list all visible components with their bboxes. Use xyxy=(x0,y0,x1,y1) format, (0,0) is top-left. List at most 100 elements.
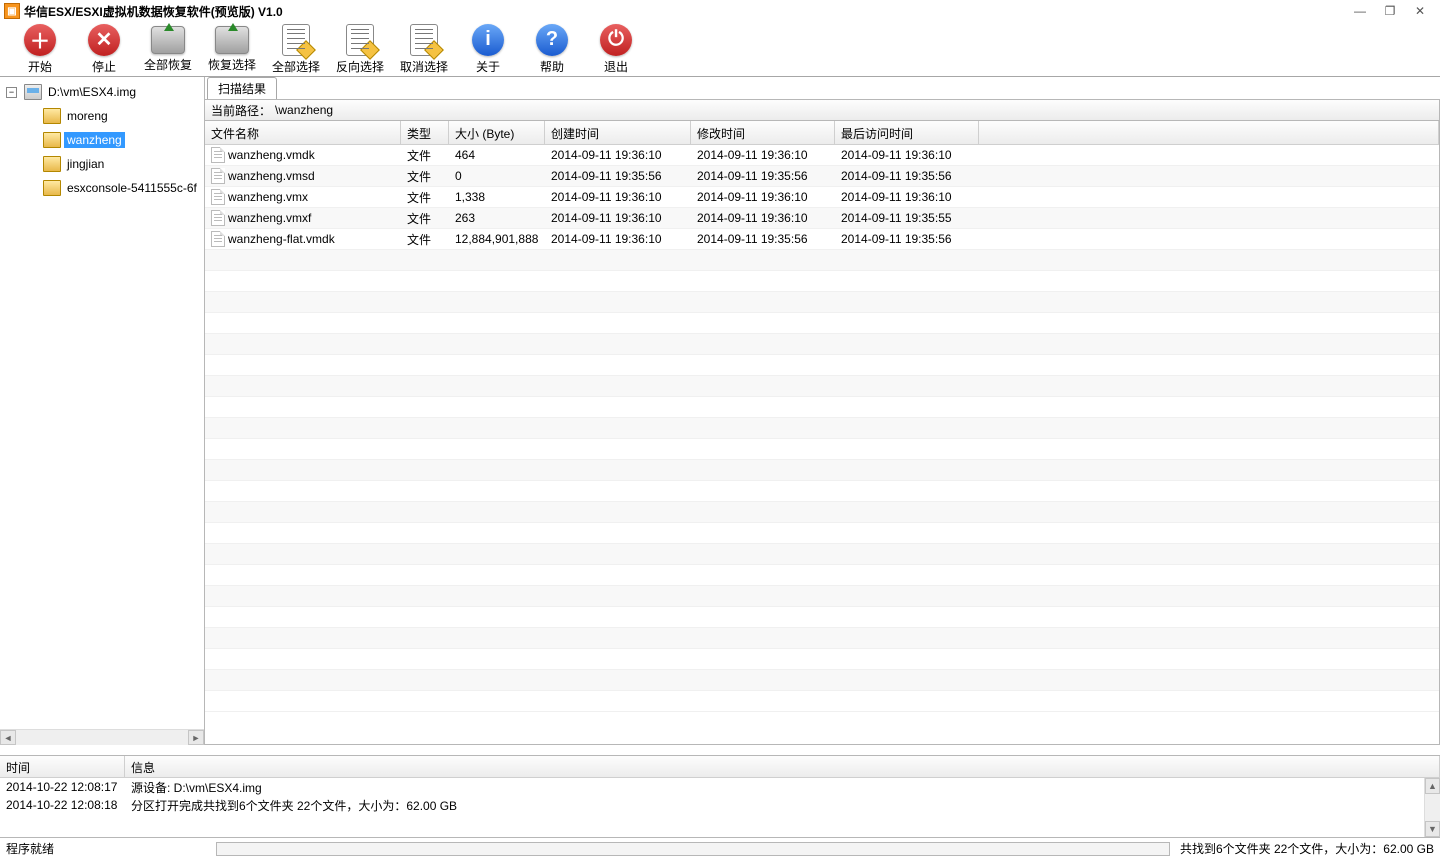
tree-item[interactable]: moreng xyxy=(6,104,204,128)
list-invert-icon xyxy=(346,24,374,56)
tree-scrollbar[interactable]: ◄ ► xyxy=(0,729,204,745)
file-ctime: 2014-09-11 19:36:10 xyxy=(545,232,691,246)
file-ctime: 2014-09-11 19:36:10 xyxy=(545,148,691,162)
file-type: 文件 xyxy=(401,231,449,248)
tree-item-label: wanzheng xyxy=(64,132,125,148)
about-button[interactable]: i 关于 xyxy=(456,24,520,75)
table-row-empty xyxy=(205,418,1439,439)
col-size[interactable]: 大小 (Byte) xyxy=(449,121,545,144)
status-right: 共找到6个文件夹 22个文件，大小为：62.00 GB xyxy=(1180,840,1434,857)
table-row[interactable]: wanzheng.vmsd文件02014-09-11 19:35:562014-… xyxy=(205,166,1439,187)
file-size: 464 xyxy=(449,148,545,162)
file-size: 12,884,901,888 xyxy=(449,232,545,246)
maximize-button[interactable]: ❐ xyxy=(1382,4,1398,18)
recover-all-button[interactable]: 全部恢复 xyxy=(136,26,200,73)
log-msg: 分区打开完成共找到6个文件夹 22个文件，大小为：62.00 GB xyxy=(125,797,1440,814)
log-row[interactable]: 2014-10-22 12:08:18分区打开完成共找到6个文件夹 22个文件，… xyxy=(0,796,1440,814)
recover-selected-button[interactable]: 恢复选择 xyxy=(200,26,264,73)
file-type: 文件 xyxy=(401,168,449,185)
tree-content[interactable]: − D:\vm\ESX4.img moreng wanzheng jingjian e… xyxy=(0,77,204,729)
col-ctime[interactable]: 创建时间 xyxy=(545,121,691,144)
table-row-empty xyxy=(205,271,1439,292)
plus-icon: ＋ xyxy=(24,24,56,56)
table-row-empty xyxy=(205,460,1439,481)
scroll-up-icon[interactable]: ▲ xyxy=(1425,778,1440,794)
file-name: wanzheng.vmx xyxy=(228,190,308,204)
tree-root[interactable]: − D:\vm\ESX4.img xyxy=(6,80,204,104)
table-row-empty xyxy=(205,250,1439,271)
table-row-empty xyxy=(205,355,1439,376)
tree-item[interactable]: wanzheng xyxy=(6,128,204,152)
col-mtime[interactable]: 修改时间 xyxy=(691,121,835,144)
file-size: 1,338 xyxy=(449,190,545,204)
clear-selection-button[interactable]: 取消选择 xyxy=(392,24,456,75)
status-left: 程序就绪 xyxy=(6,840,206,857)
table-row[interactable]: wanzheng-flat.vmdk文件12,884,901,8882014-0… xyxy=(205,229,1439,250)
log-scrollbar[interactable]: ▲ ▼ xyxy=(1424,778,1440,837)
main-area: − D:\vm\ESX4.img moreng wanzheng jingjian e… xyxy=(0,76,1440,745)
toolbar: ＋ 开始 ✕ 停止 全部恢复 恢复选择 全部选择 反向选择 取消选择 i 关于 … xyxy=(0,22,1440,76)
x-icon: ✕ xyxy=(88,24,120,56)
table-row-empty xyxy=(205,649,1439,670)
col-name[interactable]: 文件名称 xyxy=(205,121,401,144)
app-icon: ▣ xyxy=(4,3,20,19)
scroll-right-icon[interactable]: ► xyxy=(188,730,204,745)
tree-item[interactable]: esxconsole-5411555c-6f xyxy=(6,176,204,200)
start-button[interactable]: ＋ 开始 xyxy=(8,24,72,75)
file-mtime: 2014-09-11 19:36:10 xyxy=(691,211,835,225)
scroll-down-icon[interactable]: ▼ xyxy=(1425,821,1440,837)
table-row-empty xyxy=(205,691,1439,712)
table-row-empty xyxy=(205,502,1439,523)
table-row-empty xyxy=(205,586,1439,607)
collapse-icon[interactable]: − xyxy=(6,87,17,98)
file-atime: 2014-09-11 19:35:55 xyxy=(835,211,979,225)
file-atime: 2014-09-11 19:35:56 xyxy=(835,169,979,183)
stop-button[interactable]: ✕ 停止 xyxy=(72,24,136,75)
table-row[interactable]: wanzheng.vmdk文件4642014-09-11 19:36:10201… xyxy=(205,145,1439,166)
log-col-msg[interactable]: 信息 xyxy=(125,756,1440,777)
col-type[interactable]: 类型 xyxy=(401,121,449,144)
table-row-empty xyxy=(205,607,1439,628)
status-bar: 程序就绪 共找到6个文件夹 22个文件，大小为：62.00 GB xyxy=(0,837,1440,857)
file-icon xyxy=(211,168,225,184)
tree-item-label: esxconsole-5411555c-6f xyxy=(64,180,200,196)
exit-button[interactable]: ⏻ 退出 xyxy=(584,24,648,75)
folder-icon xyxy=(43,108,61,124)
log-time: 2014-10-22 12:08:18 xyxy=(0,798,125,812)
table-row[interactable]: wanzheng.vmxf文件2632014-09-11 19:36:10201… xyxy=(205,208,1439,229)
folder-icon xyxy=(43,156,61,172)
list-clear-icon xyxy=(410,24,438,56)
close-button[interactable]: ✕ xyxy=(1412,4,1428,18)
table-row-empty xyxy=(205,439,1439,460)
file-name: wanzheng.vmdk xyxy=(228,148,315,162)
tree-item[interactable]: jingjian xyxy=(6,152,204,176)
minimize-button[interactable]: — xyxy=(1352,4,1368,18)
table-row-empty xyxy=(205,481,1439,502)
table-row-empty xyxy=(205,544,1439,565)
log-time: 2014-10-22 12:08:17 xyxy=(0,780,125,794)
tab-scan-results[interactable]: 扫描结果 xyxy=(207,77,277,99)
table-row-empty xyxy=(205,670,1439,691)
file-rows[interactable]: wanzheng.vmdk文件4642014-09-11 19:36:10201… xyxy=(205,145,1439,744)
file-icon xyxy=(211,147,225,163)
info-icon: i xyxy=(472,24,504,56)
col-atime[interactable]: 最后访问时间 xyxy=(835,121,979,144)
log-col-time[interactable]: 时间 xyxy=(0,756,125,777)
progress-bar xyxy=(216,842,1170,856)
help-button[interactable]: ? 帮助 xyxy=(520,24,584,75)
select-all-button[interactable]: 全部选择 xyxy=(264,24,328,75)
tree-panel: − D:\vm\ESX4.img moreng wanzheng jingjian e… xyxy=(0,77,205,745)
table-row-empty xyxy=(205,397,1439,418)
table-row[interactable]: wanzheng.vmx文件1,3382014-09-11 19:36:1020… xyxy=(205,187,1439,208)
log-body[interactable]: 2014-10-22 12:08:17源设备: D:\vm\ESX4.img20… xyxy=(0,778,1440,837)
table-row-empty xyxy=(205,313,1439,334)
log-row[interactable]: 2014-10-22 12:08:17源设备: D:\vm\ESX4.img xyxy=(0,778,1440,796)
window-title: 华信ESX/ESXI虚拟机数据恢复软件(预览版) V1.0 xyxy=(24,3,283,20)
file-type: 文件 xyxy=(401,210,449,227)
invert-selection-button[interactable]: 反向选择 xyxy=(328,24,392,75)
right-panel: 扫描结果 当前路径： \wanzheng 文件名称 类型 大小 (Byte) 创… xyxy=(205,77,1440,745)
titlebar: ▣ 华信ESX/ESXI虚拟机数据恢复软件(预览版) V1.0 — ❐ ✕ xyxy=(0,0,1440,22)
scroll-left-icon[interactable]: ◄ xyxy=(0,730,16,745)
table-row-empty xyxy=(205,292,1439,313)
file-pane: 文件名称 类型 大小 (Byte) 创建时间 修改时间 最后访问时间 wanzh… xyxy=(205,121,1440,745)
